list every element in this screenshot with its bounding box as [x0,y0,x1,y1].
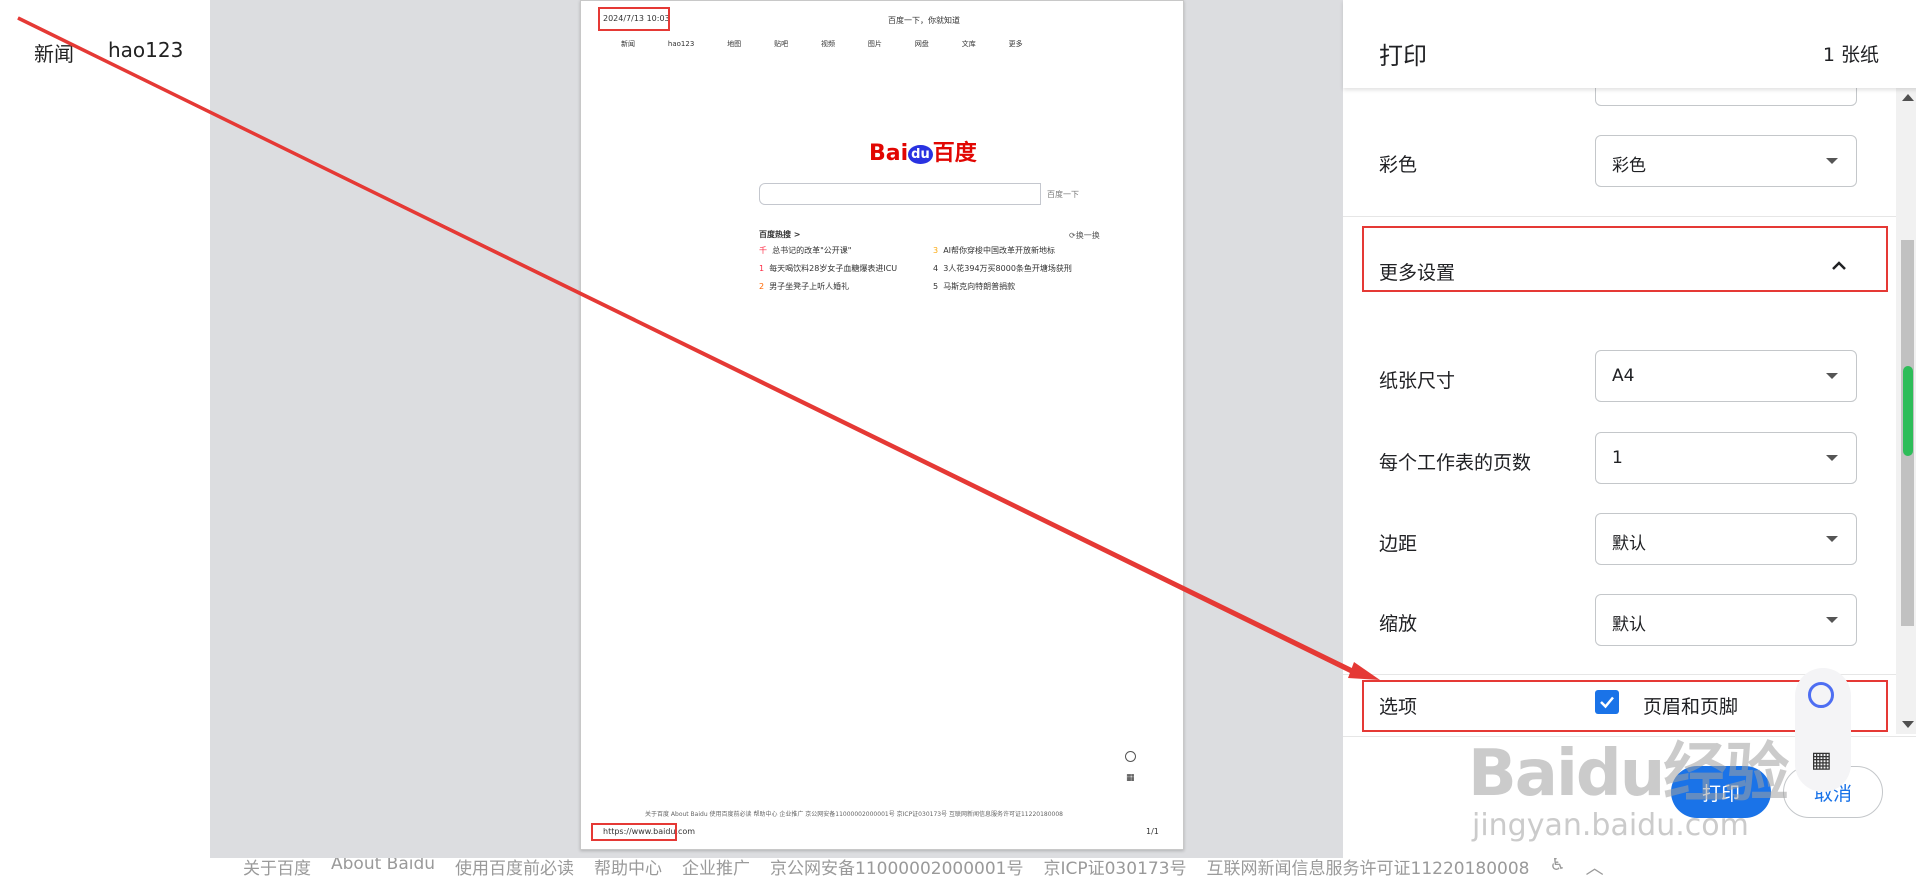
assistant-icon[interactable] [1808,682,1834,708]
page-scrollbar-thumb[interactable] [1903,366,1913,456]
floating-toolbar: ▦ [1795,668,1851,792]
print-title: 打印 [1379,42,1427,70]
settings-header: 打印 1 张纸 [1343,0,1916,88]
watermark-url: jingyan.baidu.com [1472,808,1749,843]
sheet-count: 1 张纸 [1822,44,1879,66]
watermark-logo: Baidu经验 [1468,737,1789,811]
qr-code-icon[interactable]: ▦ [1811,748,1832,773]
